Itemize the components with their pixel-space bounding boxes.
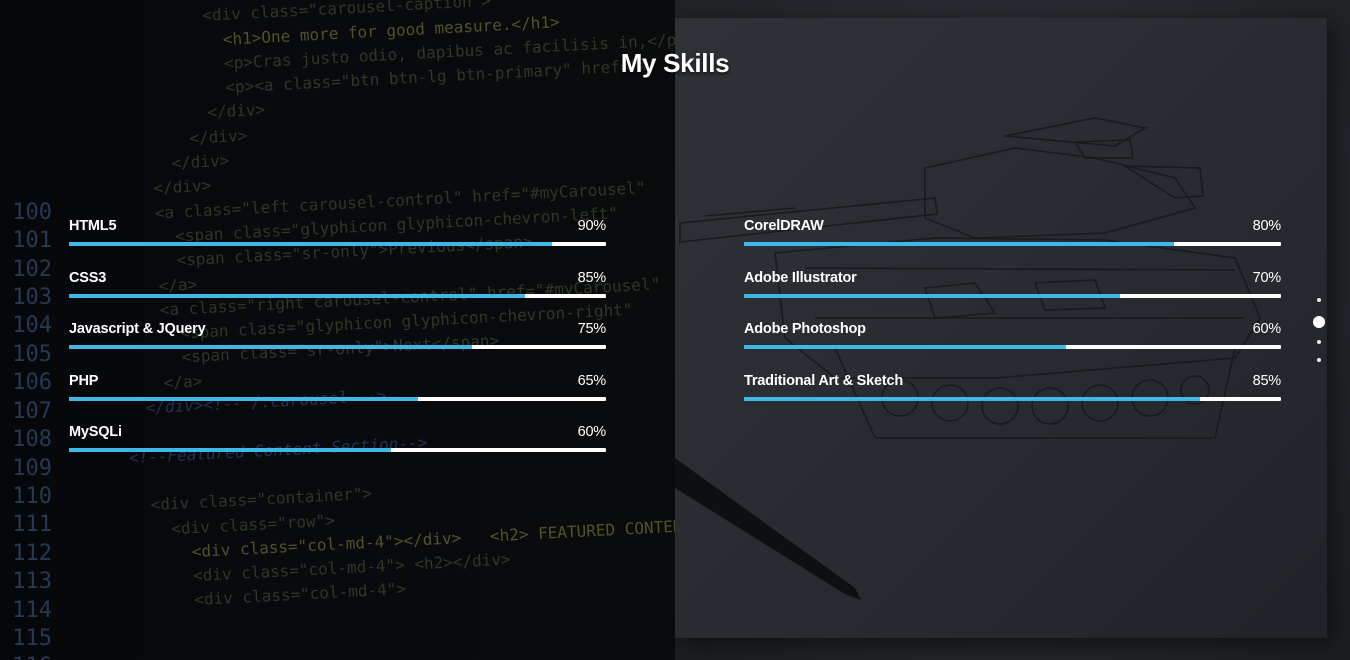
- skill-item: CorelDRAW 80%: [744, 216, 1281, 268]
- nav-dot[interactable]: [1317, 340, 1321, 344]
- code-line-number: 109: [12, 455, 52, 481]
- skill-progress-fill: [69, 396, 419, 401]
- code-line-number: 101: [12, 228, 52, 254]
- skill-progress-fill: [744, 345, 1067, 349]
- skill-percent-label: 70%: [1252, 269, 1282, 286]
- skill-item: PHP 65%: [69, 371, 606, 423]
- skill-percent-label: 75%: [577, 321, 607, 337]
- skill-item: Javascript & JQuery 75%: [69, 319, 606, 371]
- code-line-number: 105: [12, 341, 52, 367]
- skill-progress-fill: [744, 293, 1120, 298]
- skills-column-left: HTML5 90% CSS3 85% Javascript & JQuery 75% PHP…: [69, 216, 606, 474]
- skill-header: CSS3 85%: [69, 268, 606, 294]
- nav-dot[interactable]: [1317, 358, 1321, 362]
- skill-progress-bar: [744, 345, 1281, 349]
- code-line-number: 102: [12, 256, 52, 282]
- skill-name: Javascript & JQuery: [69, 321, 206, 337]
- nav-dot-active[interactable]: [1313, 316, 1325, 328]
- code-line-number: 103: [12, 285, 52, 311]
- skill-percent-label: 60%: [577, 424, 607, 440]
- skill-progress-bar: [744, 293, 1281, 298]
- skill-name: Traditional Art & Sketch: [744, 372, 904, 389]
- skill-item: MySQLi 60%: [69, 422, 606, 474]
- skill-percent-label: 85%: [1252, 372, 1282, 389]
- skill-header: Traditional Art & Sketch 85%: [744, 371, 1281, 397]
- skill-progress-bar: [744, 242, 1281, 246]
- skill-name: PHP: [69, 372, 99, 389]
- code-line-number: [4, 114, 52, 142]
- code-line-number: 100: [12, 199, 52, 225]
- skill-percent-label: 60%: [1252, 321, 1282, 337]
- skill-progress-bar: [69, 448, 606, 452]
- skill-progress-bar: [69, 293, 606, 298]
- skill-name: CorelDRAW: [744, 218, 824, 234]
- skill-item: Adobe Photoshop 60%: [744, 319, 1281, 371]
- skills-section: 100 101 102 103 104 105 106 107 108 109 110 111 112 1…: [0, 0, 1350, 660]
- skill-progress-fill: [69, 345, 472, 349]
- code-line-number: 111: [12, 512, 52, 538]
- code-line-number: 112: [12, 540, 52, 566]
- skill-item: HTML5 90%: [69, 216, 606, 268]
- skill-percent-label: 80%: [1252, 218, 1282, 234]
- code-line-number: 108: [12, 427, 52, 453]
- skill-header: Adobe Illustrator 70%: [744, 268, 1281, 294]
- skill-progress-fill: [744, 396, 1201, 401]
- code-line-number: 116: [4, 653, 52, 660]
- skill-name: HTML5: [69, 218, 117, 234]
- skill-item: CSS3 85%: [69, 268, 606, 320]
- code-line-number: 107: [12, 398, 52, 424]
- code-line-number: 104: [12, 313, 52, 339]
- skill-percent-label: 85%: [577, 269, 607, 286]
- skill-percent-label: 90%: [577, 218, 607, 234]
- nav-dot[interactable]: [1317, 298, 1321, 302]
- skill-header: CorelDRAW 80%: [744, 216, 1281, 242]
- code-line-numbers: 100 101 102 103 104 105 106 107 108 109 110 111 112 1…: [4, 0, 52, 660]
- code-line-number: 110: [12, 483, 52, 509]
- section-title: My Skills: [620, 48, 730, 78]
- skill-header: MySQLi 60%: [69, 422, 606, 448]
- skills-column-right: CorelDRAW 80% Adobe Illustrator 70% Adobe Ph…: [744, 216, 1281, 422]
- code-line-number: 115: [12, 625, 52, 651]
- skill-progress-fill: [69, 293, 526, 298]
- code-line-number: [4, 142, 52, 170]
- skill-name: CSS3: [69, 269, 107, 286]
- skill-progress-fill: [69, 448, 392, 452]
- skill-header: Adobe Photoshop 60%: [744, 319, 1281, 345]
- skill-progress-bar: [69, 242, 606, 246]
- code-line-number: 106: [12, 370, 52, 396]
- skill-name: Adobe Photoshop: [744, 321, 866, 337]
- code-line-number: [4, 170, 52, 198]
- skill-percent-label: 65%: [577, 372, 607, 389]
- section-nav-dots: [1312, 298, 1326, 376]
- code-line-number: 114: [12, 597, 52, 623]
- skill-item: Adobe Illustrator 70%: [744, 268, 1281, 320]
- skill-progress-bar: [69, 345, 606, 349]
- skill-progress-bar: [744, 396, 1281, 401]
- skill-name: Adobe Illustrator: [744, 269, 857, 286]
- skill-name: MySQLi: [69, 424, 122, 440]
- code-line-number: [4, 85, 52, 113]
- skill-item: Traditional Art & Sketch 85%: [744, 371, 1281, 423]
- skill-progress-fill: [69, 242, 553, 246]
- skill-header: Javascript & JQuery 75%: [69, 319, 606, 345]
- code-line-number: 113: [12, 569, 52, 595]
- code-line-number: [4, 0, 52, 28]
- skill-progress-fill: [744, 242, 1174, 246]
- skill-progress-bar: [69, 396, 606, 401]
- skill-header: HTML5 90%: [69, 216, 606, 242]
- skill-header: PHP 65%: [69, 371, 606, 397]
